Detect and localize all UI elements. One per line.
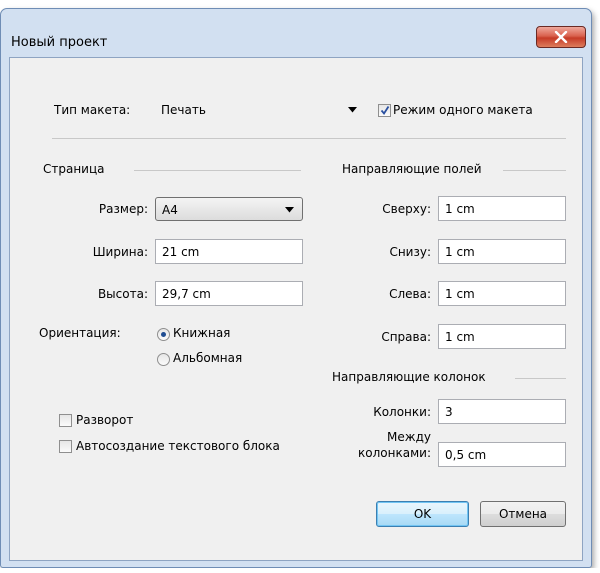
layout-type-value: Печать bbox=[161, 103, 206, 117]
width-field[interactable]: 21 cm bbox=[155, 239, 303, 264]
margin-left-field[interactable]: 1 cm bbox=[438, 281, 566, 306]
margins-heading-rule bbox=[503, 170, 566, 171]
dialog-body: Тип макета: Печать Режим одного макета С… bbox=[9, 57, 583, 561]
columns-heading-rule bbox=[515, 378, 566, 379]
width-label: Ширина: bbox=[92, 245, 148, 259]
margin-left-label: Слева: bbox=[389, 287, 431, 301]
page-heading: Страница bbox=[43, 162, 105, 176]
margin-right-label: Справа: bbox=[381, 330, 431, 344]
margin-top-value: 1 cm bbox=[445, 202, 475, 216]
autotext-label: Автосоздание текстового блока bbox=[76, 439, 280, 453]
landscape-label: Альбомная bbox=[173, 351, 243, 365]
chevron-down-icon bbox=[285, 207, 294, 213]
height-label: Высота: bbox=[97, 287, 148, 301]
column-gap-label-line1: Между bbox=[387, 430, 431, 444]
checkmark-icon bbox=[380, 106, 390, 116]
margin-top-field[interactable]: 1 cm bbox=[438, 196, 566, 221]
margins-heading: Направляющие полей bbox=[342, 162, 482, 176]
margin-top-label: Сверху: bbox=[382, 202, 431, 216]
chevron-down-icon bbox=[348, 107, 357, 113]
spread-checkbox[interactable] bbox=[59, 414, 72, 427]
landscape-radio[interactable] bbox=[157, 353, 170, 366]
margin-bottom-field[interactable]: 1 cm bbox=[438, 239, 566, 264]
orientation-label: Ориентация: bbox=[39, 326, 121, 340]
ok-button[interactable]: OK bbox=[376, 501, 469, 527]
window-title: Новый проект bbox=[11, 35, 108, 50]
column-gap-label-line2: колонками: bbox=[358, 446, 431, 460]
layout-type-select[interactable]: Печать bbox=[155, 98, 365, 122]
size-label: Размер: bbox=[98, 202, 148, 216]
portrait-radio[interactable] bbox=[157, 328, 170, 341]
window-bottom-edge bbox=[0, 568, 600, 573]
height-field[interactable]: 29,7 cm bbox=[155, 281, 303, 306]
single-layout-checkbox[interactable] bbox=[378, 104, 391, 117]
width-value: 21 cm bbox=[162, 245, 200, 259]
margin-bottom-label: Снизу: bbox=[389, 245, 431, 259]
single-layout-label: Режим одного макета bbox=[393, 103, 533, 117]
columns-heading: Направляющие колонок bbox=[332, 370, 486, 384]
columns-count-value: 3 bbox=[445, 405, 453, 419]
top-divider bbox=[52, 138, 566, 139]
radio-selected-dot bbox=[161, 332, 166, 337]
layout-type-label: Тип макета: bbox=[54, 103, 131, 117]
cancel-button[interactable]: Отмена bbox=[480, 501, 566, 527]
spread-label: Разворот bbox=[76, 413, 134, 427]
margin-left-value: 1 cm bbox=[445, 287, 475, 301]
column-gap-field[interactable]: 0,5 cm bbox=[438, 442, 566, 467]
close-button[interactable] bbox=[536, 26, 586, 48]
new-project-dialog: Новый проект Тип макета: Печать Режим од… bbox=[0, 8, 592, 568]
portrait-label: Книжная bbox=[173, 326, 231, 340]
size-select[interactable]: A4 bbox=[155, 197, 303, 221]
page-heading-rule bbox=[134, 170, 301, 171]
autotext-checkbox[interactable] bbox=[59, 440, 72, 453]
column-gap-value: 0,5 cm bbox=[445, 448, 487, 462]
margin-bottom-value: 1 cm bbox=[445, 245, 475, 259]
title-bar[interactable]: Новый проект bbox=[1, 9, 591, 57]
margin-right-field[interactable]: 1 cm bbox=[438, 324, 566, 349]
margin-right-value: 1 cm bbox=[445, 330, 475, 344]
close-icon bbox=[554, 31, 568, 43]
columns-count-field[interactable]: 3 bbox=[438, 399, 566, 424]
size-value: A4 bbox=[162, 203, 178, 217]
height-value: 29,7 cm bbox=[162, 287, 211, 301]
columns-count-label: Колонки: bbox=[373, 405, 431, 419]
